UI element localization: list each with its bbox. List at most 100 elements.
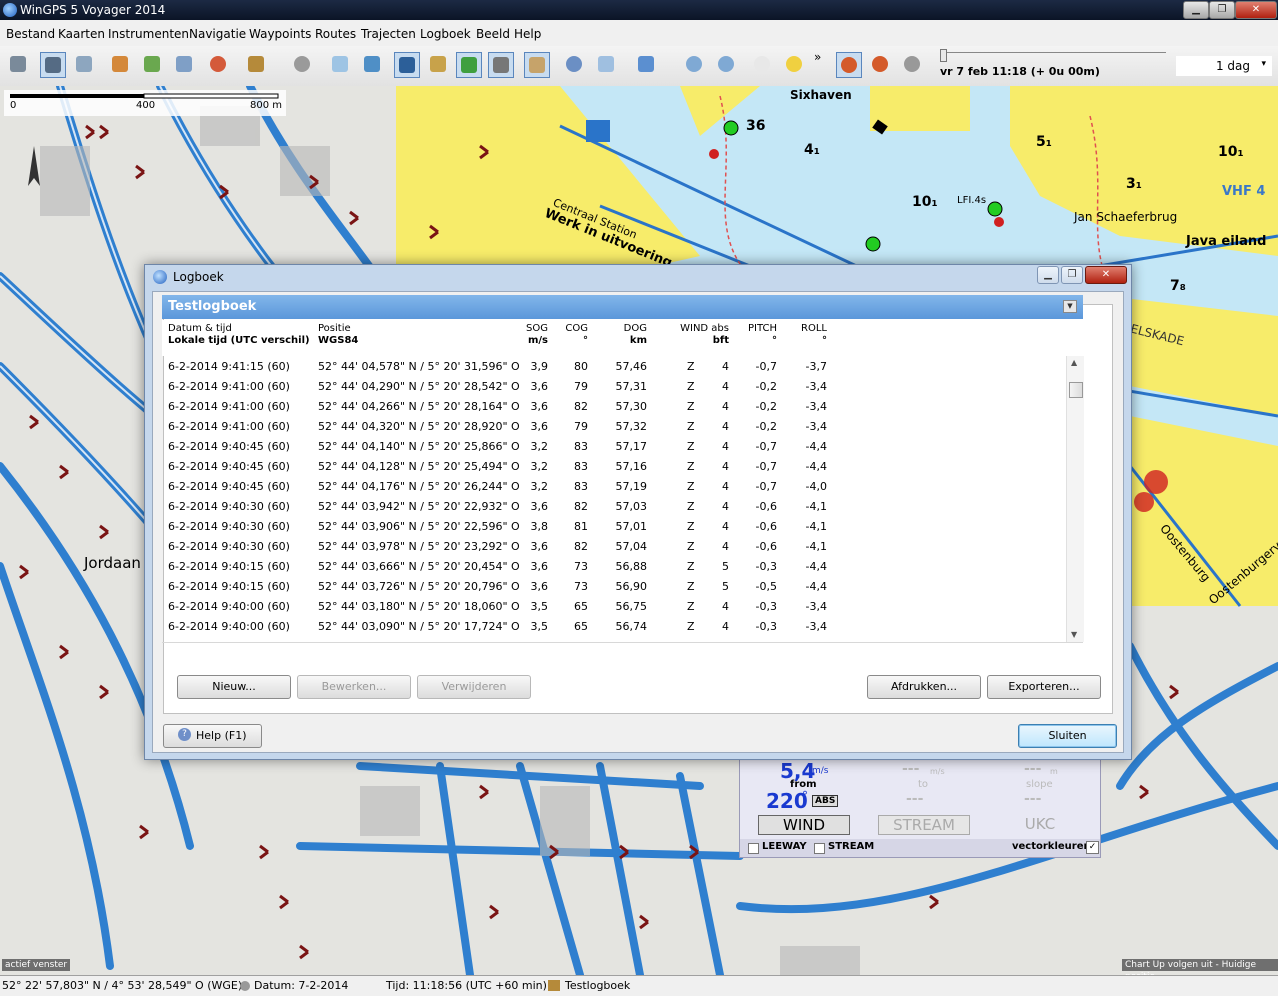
track-icon[interactable] (206, 52, 230, 76)
table-row[interactable]: 6-2-2014 9:40:15 (60) 52° 44' 03,726" N /… (162, 576, 1067, 596)
gps-icon[interactable] (6, 52, 30, 76)
table-row[interactable]: 6-2-2014 9:40:30 (60) 52° 44' 03,942" N /… (162, 496, 1067, 516)
new-button[interactable]: Nieuw... (177, 675, 291, 699)
help-icon[interactable] (562, 52, 586, 76)
weather-icon[interactable] (328, 52, 352, 76)
table-row[interactable]: 6-2-2014 9:40:30 (60) 52° 44' 03,978" N /… (162, 536, 1067, 556)
scroll-up-icon[interactable]: ▲ (1071, 358, 1077, 367)
col-position[interactable]: Positie WGS84 (318, 323, 358, 347)
sound-icon[interactable] (524, 52, 550, 78)
waypoint-icon[interactable] (172, 52, 196, 76)
cell-sog: 3,6 (530, 560, 549, 573)
export-button[interactable]: Exporteren... (987, 675, 1101, 699)
menu-kaarten[interactable]: Kaarten (58, 27, 105, 41)
table-row[interactable]: 6-2-2014 9:40:00 (60) 52° 44' 03,090" N /… (162, 616, 1067, 636)
col-dog[interactable]: DOG km (602, 323, 647, 347)
table-row[interactable]: 6-2-2014 9:40:15 (60) 52° 44' 03,666" N /… (162, 556, 1067, 576)
map-depth-5: 5₁ (1036, 134, 1052, 150)
table-scrollbar[interactable]: ▲ ▼ (1066, 356, 1084, 642)
ukc-tab-button[interactable]: UKC (1008, 815, 1072, 833)
lamp-off-icon[interactable] (750, 52, 774, 76)
col-cog[interactable]: COG ° (556, 323, 588, 347)
print-button[interactable]: Afdrukken... (867, 675, 981, 699)
cell-dog: 57,04 (615, 540, 648, 553)
dialog-minimize-button[interactable]: ▁ (1037, 266, 1059, 284)
time-slider[interactable] (940, 49, 1166, 62)
satellite-icon[interactable] (72, 52, 96, 76)
table-row[interactable]: 6-2-2014 9:40:45 (60) 52° 44' 04,176" N /… (162, 476, 1067, 496)
menu-navigatie[interactable]: Navigatie (189, 27, 246, 41)
stream-checkbox[interactable] (814, 843, 825, 854)
cell-wind-dir: Z (687, 380, 695, 393)
table-row[interactable]: 6-2-2014 9:40:45 (60) 52° 44' 04,140" N /… (162, 436, 1067, 456)
col-roll[interactable]: ROLL ° (790, 323, 827, 347)
minimize-button[interactable]: ▁ (1183, 1, 1209, 19)
vector-colors-label: vectorkleuren (1012, 841, 1091, 852)
close-button[interactable]: Sluiten (1018, 724, 1117, 748)
table-row[interactable]: 6-2-2014 9:40:00 (60) 52° 44' 03,180" N /… (162, 596, 1067, 616)
col-datetime[interactable]: Datum & tijd Lokale tijd (UTC verschil) (168, 323, 310, 347)
menu-bestand[interactable]: Bestand (6, 27, 55, 41)
col-pitch[interactable]: PITCH ° (740, 323, 777, 347)
cell-position: 52° 44' 03,726" N / 5° 20' 20,796" O (318, 580, 520, 593)
cell-roll: -4,1 (805, 540, 827, 553)
settings-icon[interactable] (900, 52, 924, 76)
delete-button[interactable]: Verwijderen (417, 675, 531, 699)
pencil-icon[interactable] (108, 52, 132, 76)
scroll-down-icon[interactable]: ▼ (1071, 630, 1077, 639)
zoom-out-icon[interactable] (714, 52, 738, 76)
moon-icon[interactable] (290, 52, 314, 76)
period-select[interactable]: 1 dag ▾ (1176, 56, 1272, 76)
dialog-close-button[interactable]: ✕ (1085, 266, 1127, 284)
table-row[interactable]: 6-2-2014 9:41:00 (60) 52° 44' 04,266" N /… (162, 396, 1067, 416)
wind-tab-button[interactable]: WIND (758, 815, 850, 835)
menu-beeld[interactable]: Beeld (476, 27, 510, 41)
menu-waypoints[interactable]: Waypoints (249, 27, 311, 41)
table-row[interactable]: 6-2-2014 9:41:15 (60) 52° 44' 04,578" N /… (162, 356, 1067, 376)
time-slider-handle[interactable] (940, 49, 947, 62)
table-row[interactable]: 6-2-2014 9:41:00 (60) 52° 44' 04,290" N /… (162, 376, 1067, 396)
menu-help[interactable]: Help (514, 27, 541, 41)
close-window-button[interactable]: ✕ (1235, 1, 1277, 19)
table-row[interactable]: 6-2-2014 9:40:45 (60) 52° 44' 04,128" N /… (162, 456, 1067, 476)
upload-icon[interactable] (360, 52, 384, 76)
bridge-icon[interactable] (488, 52, 514, 78)
menu-instrumenten[interactable]: Instrumenten (108, 27, 189, 41)
vector-colors-checkbox[interactable]: ✓ (1086, 841, 1099, 854)
stream-tab-button[interactable]: STREAM (878, 815, 970, 835)
col-sog[interactable]: SOG m/s (514, 323, 548, 347)
menu-trajecten[interactable]: Trajecten (361, 27, 416, 41)
col-cog-sub: ° (583, 335, 588, 346)
maximize-button[interactable]: ❐ (1209, 1, 1235, 19)
lamp-on-icon[interactable] (782, 52, 806, 76)
cell-pitch: -0,7 (755, 480, 777, 493)
cell-pitch: -0,2 (755, 400, 777, 413)
table-row[interactable]: 6-2-2014 9:40:30 (60) 52° 44' 03,906" N /… (162, 516, 1067, 536)
compass-icon[interactable] (394, 52, 420, 78)
table-row[interactable]: 6-2-2014 9:41:00 (60) 52° 44' 04,320" N /… (162, 416, 1067, 436)
instrument-icon[interactable] (40, 52, 66, 78)
dialog-maximize-button[interactable]: ❐ (1061, 266, 1083, 284)
leeway-checkbox[interactable] (748, 843, 759, 854)
clock-icon[interactable] (836, 52, 862, 78)
route-icon[interactable] (140, 52, 164, 76)
pan-icon[interactable] (634, 52, 658, 76)
wave-icon[interactable] (594, 52, 618, 76)
col-wind[interactable]: WIND abs bft (667, 323, 729, 347)
menu-routes[interactable]: Routes (315, 27, 356, 41)
timer-icon[interactable] (868, 52, 892, 76)
toolbar-overflow[interactable]: » (814, 50, 821, 64)
help-button[interactable]: ? Help (F1) (163, 724, 262, 748)
logbook-icon[interactable] (244, 52, 268, 76)
status-logbook[interactable]: Testlogboek (565, 979, 630, 992)
cell-dog: 56,90 (615, 580, 648, 593)
chart-layer-icon[interactable] (456, 52, 482, 78)
panel-dropdown-icon[interactable]: ▼ (1063, 300, 1077, 313)
menu-logboek[interactable]: Logboek (420, 27, 471, 41)
tidal-icon[interactable] (426, 52, 450, 76)
edit-button[interactable]: Bewerken... (297, 675, 411, 699)
scrollbar-thumb[interactable] (1069, 382, 1083, 398)
zoom-in-icon[interactable] (682, 52, 706, 76)
cell-cog: 73 (574, 580, 588, 593)
cell-position: 52° 44' 03,180" N / 5° 20' 18,060" O (318, 600, 520, 613)
